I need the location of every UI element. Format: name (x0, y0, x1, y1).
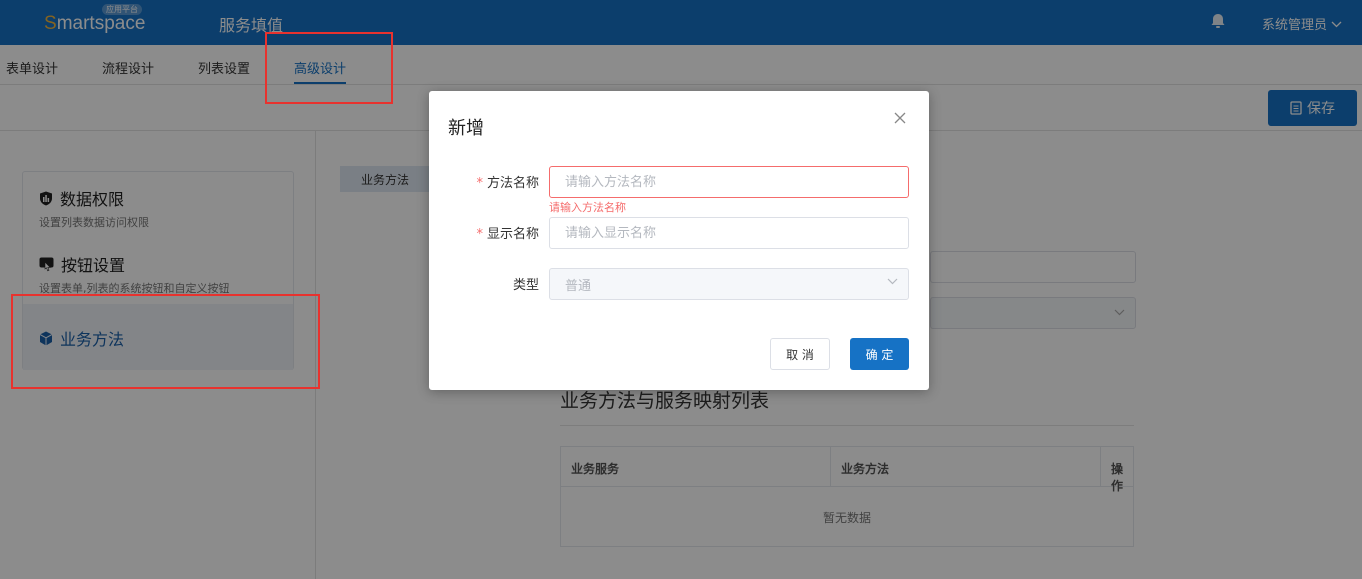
close-icon[interactable] (892, 110, 908, 126)
dialog-title: 新增 (448, 118, 484, 139)
method-name-label: * 方法名称 (476, 176, 539, 191)
cancel-button[interactable]: 取 消 (770, 338, 830, 370)
display-name-input[interactable] (549, 217, 909, 249)
chevron-down-icon (887, 278, 898, 285)
confirm-button[interactable]: 确 定 (850, 338, 909, 370)
method-name-input[interactable] (549, 166, 909, 198)
method-name-error: 请输入方法名称 (549, 201, 626, 214)
type-label: 类型 (512, 278, 539, 293)
add-method-dialog: 新增 *方法名称 请输入方法名称 *显示名称 类型 普通 取 消 确 定 (429, 91, 929, 390)
type-select[interactable]: 普通 (549, 268, 909, 300)
type-select-value: 普通 (565, 278, 592, 294)
display-name-label: * 显示名称 (476, 227, 539, 242)
